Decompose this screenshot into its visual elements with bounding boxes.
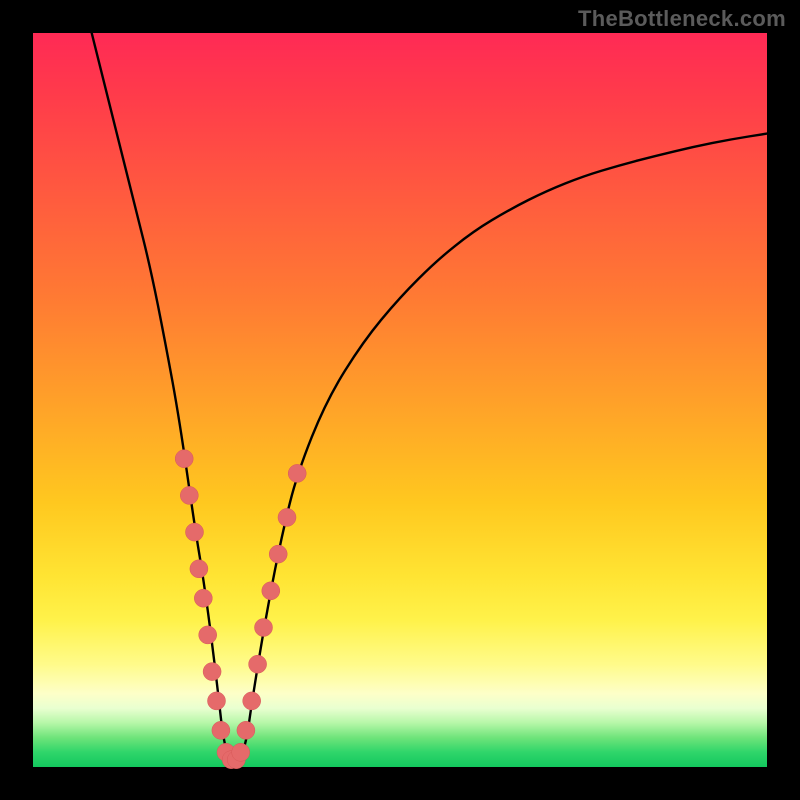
left-branch-dot bbox=[212, 721, 230, 739]
chart-frame: TheBottleneck.com bbox=[0, 0, 800, 800]
right-branch-dot bbox=[278, 508, 296, 526]
chart-svg bbox=[33, 33, 767, 767]
right-branch-dot bbox=[237, 721, 255, 739]
left-branch-dot bbox=[190, 560, 208, 578]
left-branch-dot bbox=[180, 486, 198, 504]
left-branch-dot bbox=[186, 523, 204, 541]
left-branch-dot bbox=[208, 692, 226, 710]
right-branch-dot bbox=[288, 464, 306, 482]
left-branch-dot bbox=[203, 663, 221, 681]
right-branch-dot bbox=[255, 619, 273, 637]
left-branch-dot bbox=[194, 589, 212, 607]
bottleneck-curve bbox=[92, 33, 767, 760]
right-branch-dot bbox=[269, 545, 287, 563]
right-branch-dot bbox=[243, 692, 261, 710]
watermark-text: TheBottleneck.com bbox=[578, 6, 786, 32]
plot-area bbox=[33, 33, 767, 767]
right-branch-dot bbox=[262, 582, 280, 600]
right-branch-dot bbox=[249, 655, 267, 673]
marker-dots-group bbox=[175, 450, 306, 769]
left-branch-dot bbox=[175, 450, 193, 468]
bottom-dot bbox=[232, 743, 250, 761]
left-branch-dot bbox=[199, 626, 217, 644]
